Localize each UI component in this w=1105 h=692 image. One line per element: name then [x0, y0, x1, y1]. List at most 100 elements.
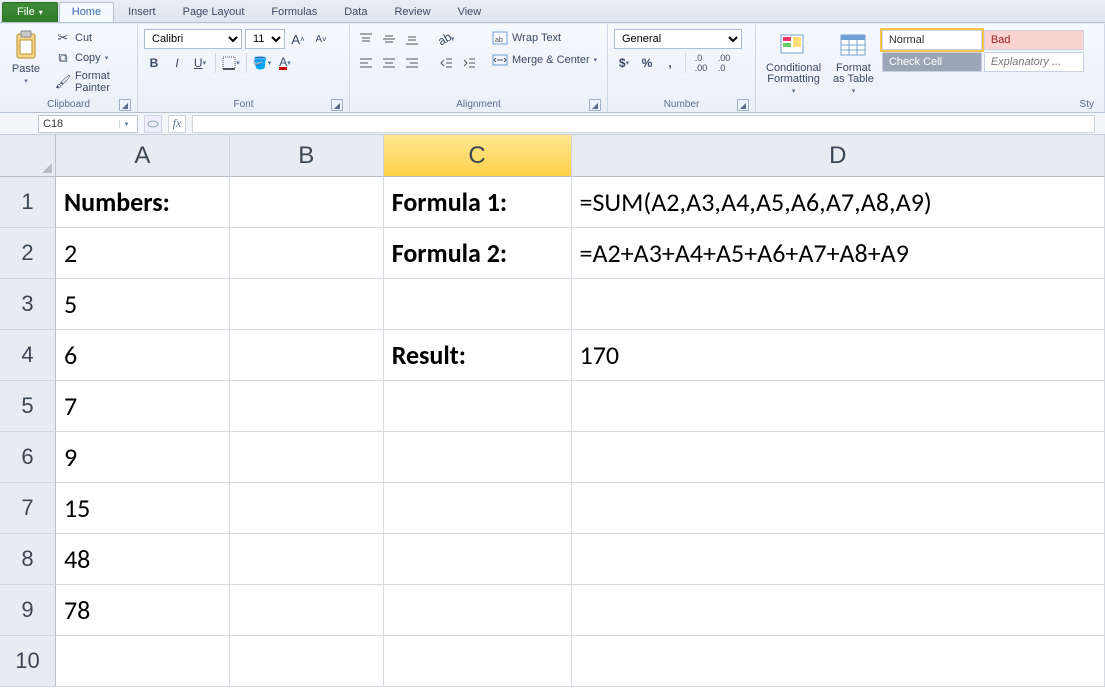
row-header-9[interactable]: 9	[0, 585, 56, 636]
cell-C7[interactable]	[384, 483, 572, 534]
cell-B7[interactable]	[230, 483, 384, 534]
cell-C4[interactable]: Result:	[384, 330, 572, 381]
cell-B4[interactable]	[230, 330, 384, 381]
align-left-button[interactable]	[356, 53, 376, 73]
orientation-button[interactable]: ab▾	[436, 29, 456, 49]
dialog-launcher-icon[interactable]: ◢	[589, 99, 601, 111]
align-bottom-button[interactable]	[402, 29, 422, 49]
cell-B6[interactable]	[230, 432, 384, 483]
format-as-table-button[interactable]: Format as Table▾	[829, 27, 878, 97]
increase-indent-button[interactable]	[459, 53, 479, 73]
cell-A8[interactable]: 48	[56, 534, 230, 585]
font-color-button[interactable]: A▾	[275, 53, 295, 73]
cell-B10[interactable]	[230, 636, 384, 687]
style-explanatory[interactable]: Explanatory ...	[984, 52, 1084, 72]
tab-review[interactable]: Review	[381, 2, 443, 22]
cell-C5[interactable]	[384, 381, 572, 432]
style-bad[interactable]: Bad	[984, 30, 1084, 50]
cell-A5[interactable]: 7	[56, 381, 230, 432]
tab-insert[interactable]: Insert	[115, 2, 169, 22]
cell-D7[interactable]	[572, 483, 1105, 534]
cell-C10[interactable]	[384, 636, 572, 687]
file-tab[interactable]: File ▾	[2, 2, 58, 22]
cell-A7[interactable]: 15	[56, 483, 230, 534]
row-header-3[interactable]: 3	[0, 279, 56, 330]
cell-C3[interactable]	[384, 279, 572, 330]
row-header-4[interactable]: 4	[0, 330, 56, 381]
col-header-B[interactable]: B	[230, 135, 384, 177]
percent-format-button[interactable]: %	[637, 53, 657, 73]
swoosh-icon[interactable]	[144, 115, 162, 133]
comma-format-button[interactable]: ,	[660, 53, 680, 73]
style-normal[interactable]: Normal	[882, 30, 982, 50]
italic-button[interactable]: I	[167, 53, 187, 73]
cell-A9[interactable]: 78	[56, 585, 230, 636]
borders-button[interactable]: ▾	[221, 53, 241, 73]
col-header-C[interactable]: C	[384, 135, 572, 177]
row-header-7[interactable]: 7	[0, 483, 56, 534]
cell-B3[interactable]	[230, 279, 384, 330]
cell-B8[interactable]	[230, 534, 384, 585]
format-painter-button[interactable]: 🖌 Format Painter	[52, 69, 131, 95]
cell-C6[interactable]	[384, 432, 572, 483]
cell-C2[interactable]: Formula 2:	[384, 228, 572, 279]
dialog-launcher-icon[interactable]: ◢	[119, 99, 131, 111]
align-middle-button[interactable]	[379, 29, 399, 49]
decrease-decimal-button[interactable]: .00.0	[714, 53, 734, 73]
copy-button[interactable]: ⧉ Copy ▾	[52, 49, 131, 67]
col-header-D[interactable]: D	[572, 135, 1105, 177]
tab-formulas[interactable]: Formulas	[258, 2, 330, 22]
dialog-launcher-icon[interactable]: ◢	[331, 99, 343, 111]
cell-A1[interactable]: Numbers:	[56, 177, 230, 228]
wrap-text-button[interactable]: ab Wrap Text	[489, 29, 600, 47]
cell-C8[interactable]	[384, 534, 572, 585]
font-name-select[interactable]: Calibri	[144, 29, 242, 49]
row-header-10[interactable]: 10	[0, 636, 56, 687]
accounting-format-button[interactable]: $▾	[614, 53, 634, 73]
align-center-button[interactable]	[379, 53, 399, 73]
style-check-cell[interactable]: Check Cell	[882, 52, 982, 72]
formula-input[interactable]	[192, 115, 1095, 133]
col-header-A[interactable]: A	[56, 135, 230, 177]
paste-button[interactable]: Paste ▾	[6, 27, 46, 87]
cell-C1[interactable]: Formula 1:	[384, 177, 572, 228]
row-header-8[interactable]: 8	[0, 534, 56, 585]
name-box[interactable]: C18 ▾	[38, 115, 138, 133]
cell-D10[interactable]	[572, 636, 1105, 687]
cell-A3[interactable]: 5	[56, 279, 230, 330]
align-right-button[interactable]	[402, 53, 422, 73]
tab-view[interactable]: View	[445, 2, 495, 22]
underline-button[interactable]: U▾	[190, 53, 210, 73]
cell-A6[interactable]: 9	[56, 432, 230, 483]
cell-B5[interactable]	[230, 381, 384, 432]
cell-B1[interactable]	[230, 177, 384, 228]
row-header-1[interactable]: 1	[0, 177, 56, 228]
cut-button[interactable]: ✂ Cut	[52, 29, 131, 47]
row-header-2[interactable]: 2	[0, 228, 56, 279]
cell-D8[interactable]	[572, 534, 1105, 585]
grow-font-button[interactable]: A˄	[288, 29, 308, 49]
merge-center-button[interactable]: Merge & Center ▾	[489, 51, 600, 69]
tab-data[interactable]: Data	[331, 2, 380, 22]
font-size-select[interactable]: 11	[245, 29, 285, 49]
increase-decimal-button[interactable]: .0.00	[691, 53, 711, 73]
row-header-5[interactable]: 5	[0, 381, 56, 432]
tab-home[interactable]: Home	[59, 2, 114, 22]
insert-function-button[interactable]: fx	[168, 115, 186, 133]
align-top-button[interactable]	[356, 29, 376, 49]
bold-button[interactable]: B	[144, 53, 164, 73]
dialog-launcher-icon[interactable]: ◢	[737, 99, 749, 111]
cell-D5[interactable]	[572, 381, 1105, 432]
cell-D4[interactable]: 170	[572, 330, 1105, 381]
cell-D1[interactable]: =SUM(A2,A3,A4,A5,A6,A7,A8,A9)	[572, 177, 1105, 228]
conditional-formatting-button[interactable]: Conditional Formatting▾	[762, 27, 825, 97]
shrink-font-button[interactable]: A˅	[311, 29, 331, 49]
cell-D3[interactable]	[572, 279, 1105, 330]
number-format-select[interactable]: General	[614, 29, 742, 49]
cell-B2[interactable]	[230, 228, 384, 279]
cell-A2[interactable]: 2	[56, 228, 230, 279]
cell-D9[interactable]	[572, 585, 1105, 636]
cell-D6[interactable]	[572, 432, 1105, 483]
cell-A4[interactable]: 6	[56, 330, 230, 381]
select-all-corner[interactable]	[0, 135, 56, 177]
